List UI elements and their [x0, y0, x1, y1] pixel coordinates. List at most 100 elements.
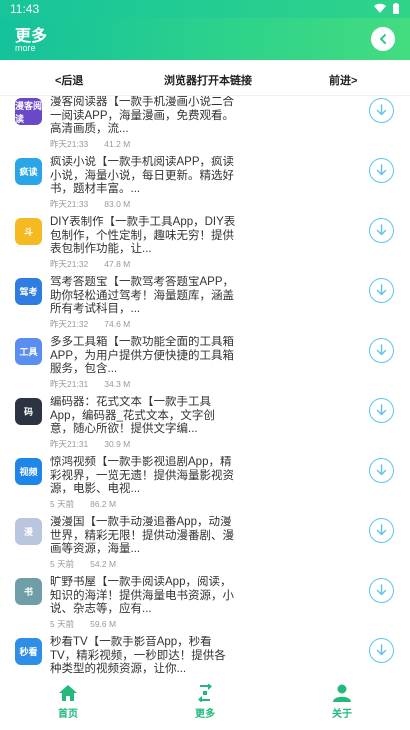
download-button[interactable]: [369, 278, 394, 303]
nav-forward-link[interactable]: 前进>: [329, 72, 357, 88]
app-header: 更多 more: [0, 18, 410, 60]
wifi-icon: [374, 3, 386, 13]
list-item[interactable]: 漫 漫漫国【一款手动漫追番App，动漫世界，精彩无限！提供动漫番剧、漫画等资源，…: [0, 516, 410, 576]
download-button[interactable]: [369, 98, 394, 123]
download-button[interactable]: [369, 638, 394, 663]
download-icon: [376, 104, 387, 116]
browser-nav-bar: <后退 浏览器打开本链接 前进>: [0, 60, 410, 96]
list-item[interactable]: 驾考 驾考答题宝【一款驾考答题宝APP，助你轻松通过驾考！海量题库，涵盖所有考试…: [0, 276, 410, 336]
download-icon: [376, 644, 387, 656]
app-size: 83.0 M: [104, 199, 131, 209]
tab-more[interactable]: 更多: [175, 684, 235, 720]
app-description: DIY表制作【一款手工具App，DIY表包制作，个性定制，趣味无穷！提供表包制作…: [50, 216, 236, 255]
download-icon: [376, 584, 387, 596]
app-description: 惊鸿视频【一款手影视追剧App，精彩视界，一览无遗！提供海量影视资源，电影、电视…: [50, 456, 234, 495]
app-size: 47.8 M: [104, 259, 131, 269]
app-time: 5 天前: [50, 619, 75, 629]
app-icon: 疯读: [15, 158, 42, 185]
home-icon: [59, 685, 77, 701]
app-description: 多多工具箱【一款功能全面的工具箱APP，为用户提供方便快捷的工具箱服务，包含..…: [50, 336, 235, 375]
app-icon: 视频: [15, 458, 42, 485]
app-icon: 漫客阅读: [15, 98, 42, 125]
tab-home[interactable]: 首页: [38, 684, 98, 720]
app-meta: 昨天21:33 83.0 M: [50, 198, 130, 210]
download-icon: [376, 164, 387, 176]
app-time: 昨天21:32: [50, 259, 89, 269]
app-time: 5 天前: [50, 559, 75, 569]
app-list: 漫客阅读 漫客阅读器【一款手机漫画小说二合一阅读APP，海量漫画，免费观看。高清…: [0, 96, 410, 696]
status-icons: [374, 3, 402, 14]
tab-about-label: 关于: [332, 709, 352, 720]
app-icon: 秒看: [15, 638, 42, 665]
app-icon: 驾考: [15, 278, 42, 305]
app-meta: 5 天前 59.6 M: [50, 618, 116, 630]
download-icon: [376, 464, 387, 476]
app-time: 昨天21:31: [50, 439, 89, 449]
download-icon: [376, 524, 387, 536]
download-button[interactable]: [369, 218, 394, 243]
app-description: 漫漫国【一款手动漫追番App，动漫世界，精彩无限！提供动漫番剧、漫画等资源，海量…: [50, 516, 234, 555]
tab-home-label: 首页: [58, 709, 78, 720]
open-in-browser-link[interactable]: 浏览器打开本链接: [164, 72, 252, 88]
list-item[interactable]: 码 编码器：花式文本【一款手工具App，编码器_花式文本，文字创意，随心所欲！提…: [0, 396, 410, 456]
app-time: 昨天21:33: [50, 139, 89, 149]
app-time: 昨天21:32: [50, 319, 89, 329]
tab-more-label: 更多: [195, 709, 215, 720]
app-size: 74.6 M: [104, 319, 131, 329]
app-meta: 昨天21:33 41.2 M: [50, 138, 130, 150]
nav-back-link[interactable]: <后退: [55, 72, 83, 88]
app-meta: 昨天21:31 30.9 M: [50, 438, 130, 450]
bottom-tab-bar: 首页 更多 关于: [0, 680, 410, 730]
download-button[interactable]: [369, 338, 394, 363]
app-description: 秒看TV【一款手影音App，秒看TV，精彩视频，一秒即达！提供各种类型的视频资源…: [50, 636, 226, 675]
download-icon: [376, 344, 387, 356]
download-button[interactable]: [369, 398, 394, 423]
list-item[interactable]: 工具 多多工具箱【一款功能全面的工具箱APP，为用户提供方便快捷的工具箱服务，包…: [0, 336, 410, 396]
app-description: 漫客阅读器【一款手机漫画小说二合一阅读APP，海量漫画，免费观看。高清画质，流.…: [50, 96, 235, 135]
list-item[interactable]: 漫客阅读 漫客阅读器【一款手机漫画小说二合一阅读APP，海量漫画，免费观看。高清…: [0, 96, 410, 156]
app-meta: 昨天21:32 47.8 M: [50, 258, 130, 270]
app-time: 昨天21:33: [50, 199, 89, 209]
download-button[interactable]: [369, 518, 394, 543]
app-icon: 码: [15, 398, 42, 425]
app-icon: 书: [15, 578, 42, 605]
app-description: 疯读小说【一款手机阅读APP，疯读小说，海量小说，每日更新。精选好书，题材丰富。…: [50, 156, 235, 195]
tab-about[interactable]: 关于: [312, 684, 372, 720]
app-time: 5 天前: [50, 499, 75, 509]
status-bar: 11:43: [0, 0, 410, 18]
status-time: 11:43: [10, 2, 40, 16]
app-size: 30.9 M: [104, 439, 131, 449]
app-meta: 昨天21:32 74.6 M: [50, 318, 130, 330]
app-size: 86.2 M: [90, 499, 117, 509]
app-icon: 工具: [15, 338, 42, 365]
app-meta: 5 天前 86.2 M: [50, 498, 116, 510]
app-time: 昨天21:31: [50, 379, 89, 389]
app-size: 54.2 M: [90, 559, 117, 569]
page-subtitle: more: [15, 43, 36, 53]
app-meta: 5 天前 54.2 M: [50, 558, 116, 570]
download-icon: [376, 284, 387, 296]
app-icon: 斗: [15, 218, 42, 245]
list-item[interactable]: 视频 惊鸿视频【一款手影视追剧App，精彩视界，一览无遗！提供海量影视资源，电影…: [0, 456, 410, 516]
download-icon: [376, 224, 387, 236]
download-icon: [376, 404, 387, 416]
battery-icon: [393, 3, 399, 14]
app-description: 旷野书屋【一款手阅读App，阅读，知识的海洋！提供海量电书资源，小说、杂志等，应…: [50, 576, 234, 615]
download-button[interactable]: [369, 578, 394, 603]
refresh-icon: [198, 684, 212, 702]
app-size: 34.3 M: [104, 379, 131, 389]
app-meta: 昨天21:31 34.3 M: [50, 378, 130, 390]
list-item[interactable]: 斗 DIY表制作【一款手工具App，DIY表包制作，个性定制，趣味无穷！提供表包…: [0, 216, 410, 276]
app-size: 59.6 M: [90, 619, 117, 629]
user-icon: [333, 684, 351, 702]
app-description: 驾考答题宝【一款驾考答题宝APP，助你轻松通过驾考！海量题库，涵盖所有考试科目，…: [50, 276, 235, 315]
app-description: 编码器：花式文本【一款手工具App，编码器_花式文本，文字创意，随心所欲！提供文…: [50, 396, 215, 435]
chevron-left-icon: [380, 34, 386, 44]
app-icon: 漫: [15, 518, 42, 545]
list-item[interactable]: 疯读 疯读小说【一款手机阅读APP，疯读小说，海量小说，每日更新。精选好书，题材…: [0, 156, 410, 216]
download-button[interactable]: [369, 458, 394, 483]
download-button[interactable]: [369, 158, 394, 183]
list-item[interactable]: 书 旷野书屋【一款手阅读App，阅读，知识的海洋！提供海量电书资源，小说、杂志等…: [0, 576, 410, 636]
back-button[interactable]: [371, 27, 395, 51]
app-size: 41.2 M: [104, 139, 131, 149]
